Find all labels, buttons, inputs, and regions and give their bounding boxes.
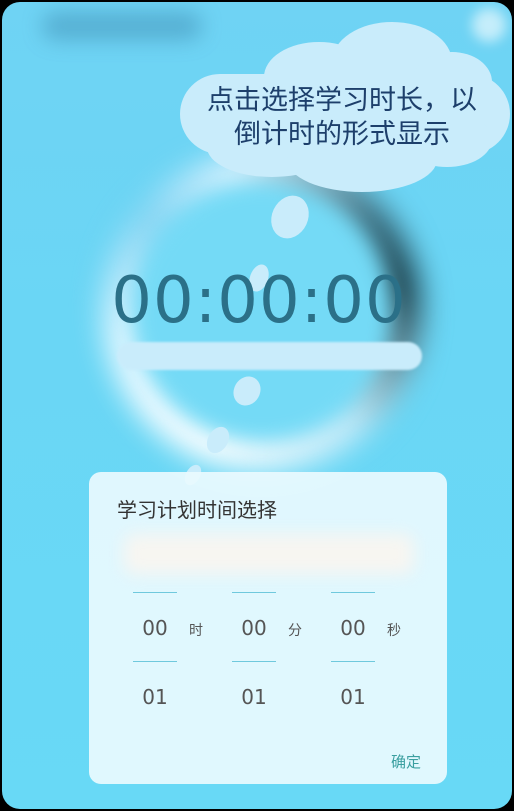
time-picker-dialog: 学习计划时间选择 00 时 01 00 分 01 00 秒 01 确定 — [89, 472, 447, 784]
minute-next-value[interactable]: 01 — [232, 685, 276, 709]
divider — [331, 592, 375, 593]
countdown-display[interactable]: 00:00:00 — [2, 264, 512, 338]
hour-next-value[interactable]: 01 — [133, 685, 177, 709]
hour-picker[interactable]: 00 时 01 — [119, 590, 209, 740]
minute-unit: 分 — [288, 623, 302, 639]
second-value[interactable]: 00 — [331, 616, 375, 640]
second-next-value[interactable]: 01 — [331, 685, 375, 709]
divider — [232, 592, 276, 593]
minute-picker[interactable]: 00 分 01 — [218, 590, 308, 740]
corner-glow — [472, 8, 506, 42]
tooltip-line-2: 倒计时的形式显示 — [234, 119, 450, 150]
tooltip-text: 点击选择学习时长，以 倒计时的形式显示 — [182, 84, 502, 152]
second-unit: 秒 — [387, 623, 401, 639]
dialog-title: 学习计划时间选择 — [117, 498, 277, 522]
blurred-row — [124, 534, 414, 574]
hour-unit: 时 — [189, 623, 203, 639]
divider — [133, 661, 177, 662]
minute-value[interactable]: 00 — [232, 616, 276, 640]
confirm-button[interactable]: 确定 — [391, 751, 421, 772]
hour-value[interactable]: 00 — [133, 616, 177, 640]
second-picker[interactable]: 00 秒 01 — [317, 590, 407, 740]
screen: 点击选择学习时长，以 倒计时的形式显示 00:00:00 学习计划时间选择 00… — [2, 2, 512, 809]
divider — [133, 592, 177, 593]
blurred-status-bar — [42, 12, 202, 40]
divider — [232, 661, 276, 662]
tooltip-line-1: 点击选择学习时长，以 — [207, 85, 477, 116]
divider — [331, 661, 375, 662]
cloud-bar — [117, 342, 422, 370]
